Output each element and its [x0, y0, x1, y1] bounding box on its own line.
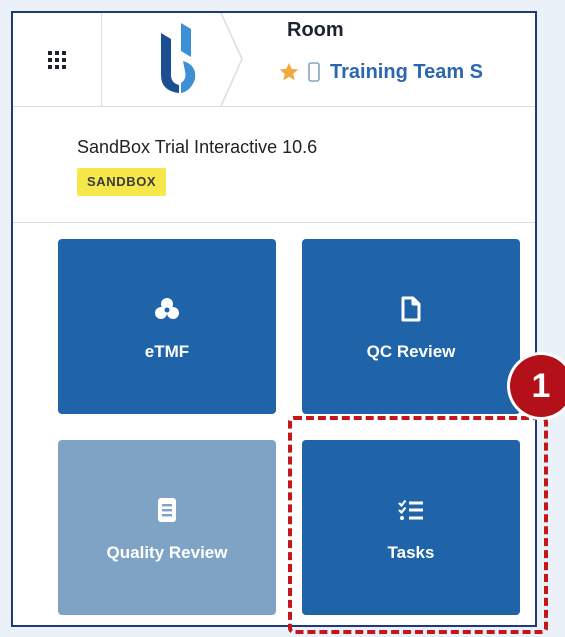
tasks-highlight-box [288, 416, 548, 634]
brand-logo-link[interactable] [101, 13, 243, 106]
quality-review-tile[interactable]: Quality Review [58, 440, 276, 615]
brand-logo [161, 23, 196, 93]
cluster-icon [155, 297, 179, 319]
study-name: SandBox Trial Interactive 10.6 [77, 137, 318, 157]
step-number-badge: 1 [510, 355, 565, 417]
study-info: SandBox Trial Interactive 10.6 SANDBOX [13, 106, 535, 223]
document-icon [401, 296, 421, 321]
apps-menu-button[interactable] [13, 13, 102, 106]
room-selector[interactable]: Training Team S [278, 57, 483, 87]
sandbox-badge: SANDBOX [77, 168, 167, 196]
breadcrumb-room-label: Room [287, 19, 344, 41]
grid-icon [48, 50, 66, 69]
breadcrumb-chevron-icon [220, 13, 243, 106]
breadcrumb: Room Training Team S [278, 19, 535, 99]
quality-review-tile-label: Quality Review [106, 542, 228, 562]
qc-review-tile-label: QC Review [366, 341, 456, 361]
etmf-tile[interactable]: eTMF [58, 239, 276, 414]
etmf-tile-label: eTMF [144, 341, 190, 361]
notebook-icon [158, 497, 176, 522]
star-icon[interactable] [278, 61, 300, 83]
top-bar: Room Training Team S [13, 13, 535, 107]
room-name-link[interactable]: Training Team S [330, 61, 483, 84]
mobile-icon [308, 62, 320, 82]
qc-review-tile[interactable]: QC Review [302, 239, 520, 414]
